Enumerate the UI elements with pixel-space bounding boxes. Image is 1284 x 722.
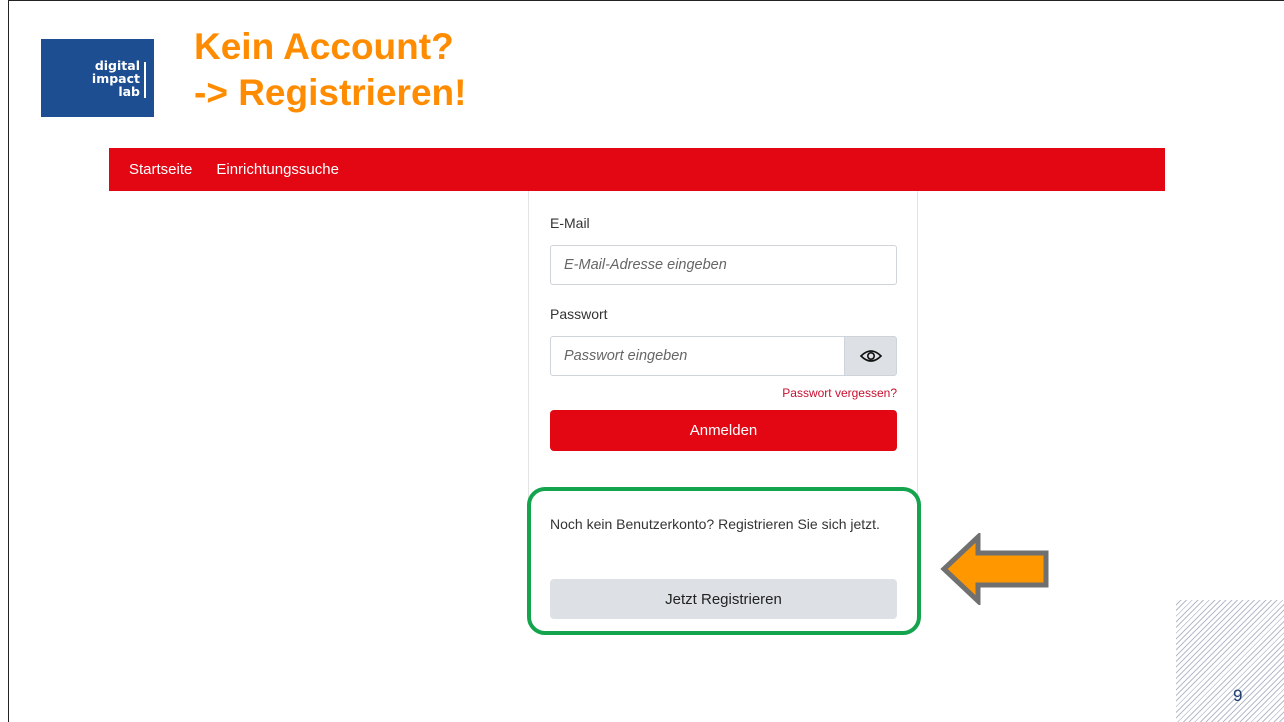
slide-title-line-1: Kein Account?: [194, 26, 454, 67]
login-button[interactable]: Anmelden: [550, 410, 897, 451]
hatched-corner-decoration: [1176, 600, 1284, 722]
logo-line: lab: [118, 83, 140, 99]
nav-item-einrichtungssuche[interactable]: Einrichtungssuche: [216, 161, 339, 178]
page-number: 9: [1233, 686, 1243, 705]
digital-impact-lab-logo: digital impact lab: [41, 39, 154, 117]
password-label: Passwort: [550, 306, 608, 322]
email-label: E-Mail: [550, 215, 590, 231]
password-input[interactable]: Passwort eingeben: [550, 336, 845, 376]
toggle-password-visibility-button[interactable]: [844, 336, 897, 376]
slide-title: Kein Account? -> Registrieren!: [194, 24, 466, 116]
nav-item-startseite[interactable]: Startseite: [129, 161, 192, 178]
register-highlight-box: [527, 487, 921, 635]
logo-line: digital: [94, 57, 140, 73]
top-navbar: Startseite Einrichtungssuche: [109, 148, 1165, 191]
arrow-left-icon: [940, 533, 1049, 605]
email-input[interactable]: E-Mail-Adresse eingeben: [550, 245, 897, 285]
forgot-password-link[interactable]: Passwort vergessen?: [782, 386, 897, 400]
eye-icon: [859, 350, 882, 362]
logo-line: impact: [91, 70, 140, 86]
slide-title-line-2: -> Registrieren!: [194, 72, 467, 113]
